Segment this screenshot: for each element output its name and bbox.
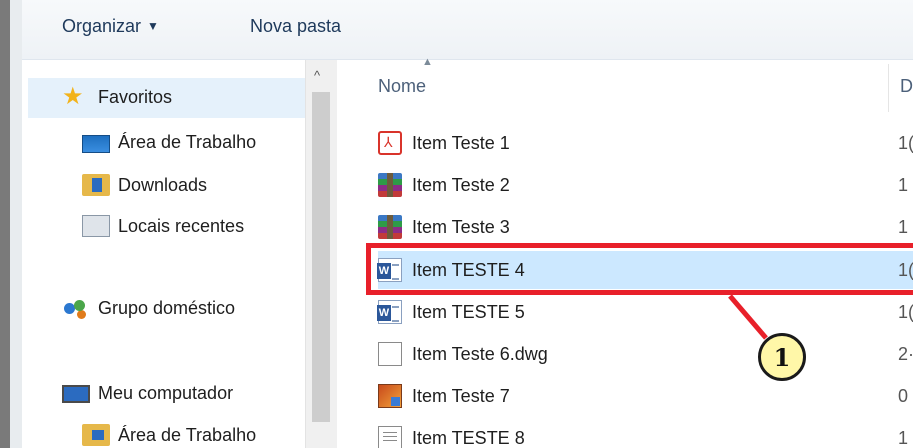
annotation-pointer-line: [728, 294, 768, 340]
annotation-callout-badge: 1: [758, 333, 806, 381]
